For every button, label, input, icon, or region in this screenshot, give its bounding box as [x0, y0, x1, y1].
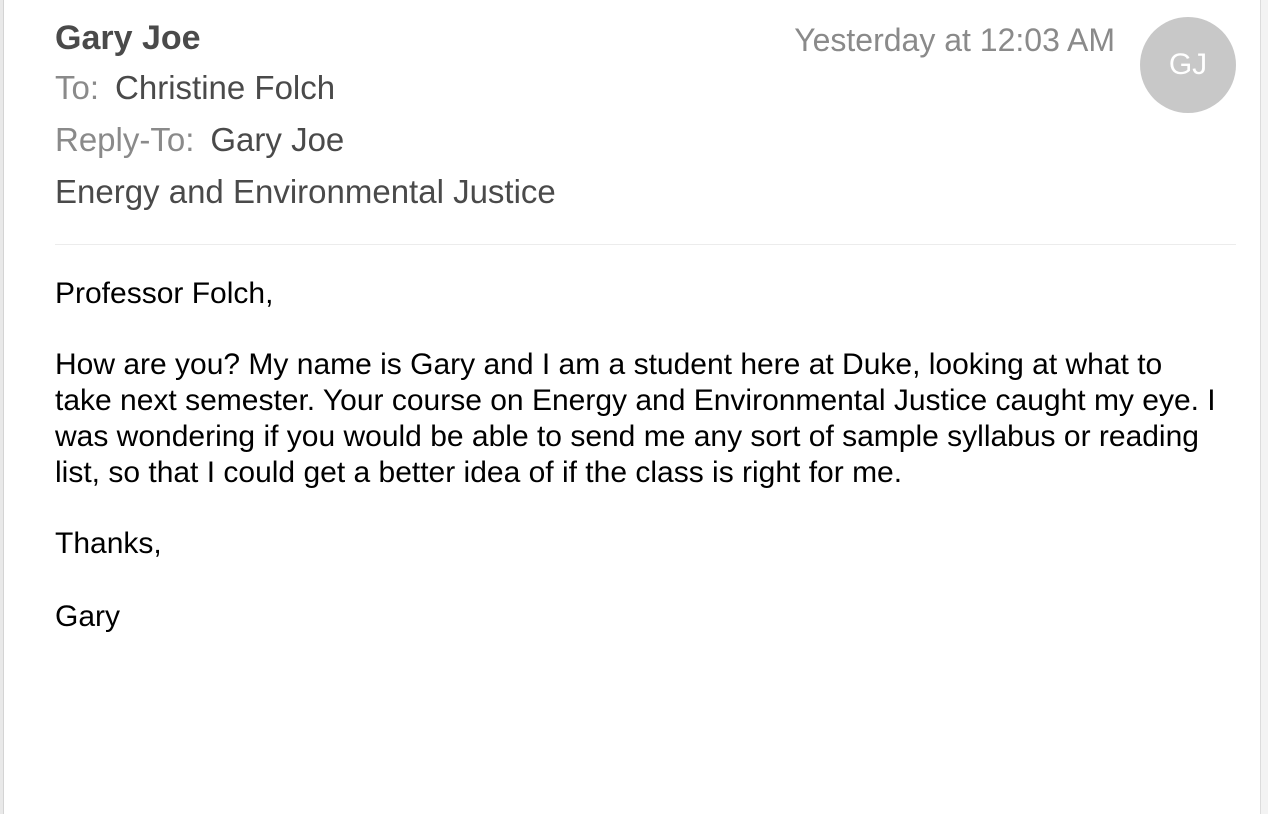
sender-name[interactable]: Gary Joe: [55, 16, 201, 60]
to-recipient[interactable]: Christine Folch: [115, 69, 335, 106]
scrollbar-track[interactable]: [1260, 0, 1268, 814]
email-message-view: Gary Joe To: Christine Folch Reply-To: Gar…: [0, 0, 1268, 814]
email-timestamp: Yesterday at 12:03 AM: [794, 22, 1115, 58]
pane-divider[interactable]: [3, 0, 4, 814]
avatar-initials: GJ: [1168, 48, 1208, 81]
email-body: Professor Folch, How are you? My name is…: [55, 276, 1225, 635]
email-subject: Energy and Environmental Justice: [55, 173, 556, 210]
sender-avatar: GJ: [1140, 17, 1236, 113]
reply-to-row: Reply-To: Gary Joe: [55, 119, 344, 161]
header-divider: [55, 244, 1236, 245]
body-signature: Gary: [55, 600, 121, 633]
to-label: To:: [55, 69, 100, 106]
to-row: To: Christine Folch: [55, 67, 335, 109]
reply-to-address[interactable]: Gary Joe: [210, 121, 344, 158]
body-closing: Thanks,: [55, 527, 162, 560]
body-paragraph: How are you? My name is Gary and I am a …: [55, 348, 1216, 489]
reply-to-label: Reply-To:: [55, 121, 195, 158]
email-header: Gary Joe To: Christine Folch Reply-To: Gar…: [55, 0, 1240, 245]
body-greeting: Professor Folch,: [55, 277, 274, 310]
